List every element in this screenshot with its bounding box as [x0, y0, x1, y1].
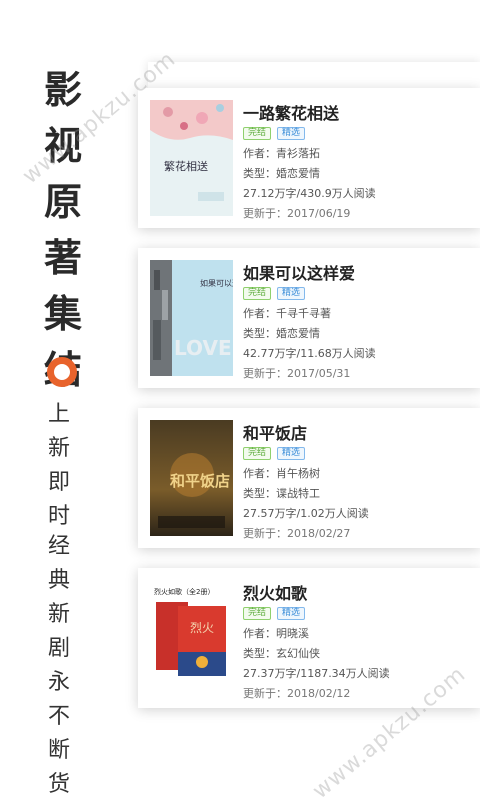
tag-featured: 精选 — [277, 287, 306, 300]
book-genre: 类型：玄幻仙侠 — [243, 647, 320, 660]
book-title: 烈火如歌 — [243, 584, 308, 603]
tagline-char: 时 — [47, 504, 70, 529]
cover-title-text: 如果可以这样爱 — [200, 278, 233, 288]
tagline-char: 新 — [47, 436, 70, 461]
cover-title-text: 烈火如歌（全2册） — [154, 587, 214, 596]
book-title: 和平饭店 — [243, 424, 308, 443]
book-title: 一路繁花相送 — [243, 104, 340, 123]
book-author: 作者：青衫落拓 — [243, 147, 320, 160]
tagline-char: 剧 — [47, 636, 70, 661]
tag-row: 完结 精选 — [243, 607, 306, 620]
promo-title-char: 著 — [43, 235, 82, 280]
tag-row: 完结 精选 — [243, 287, 306, 300]
tag-complete: 完结 — [243, 127, 272, 140]
book-author: 作者：肖午杨树 — [243, 467, 320, 480]
book-author: 作者：千寻千寻著 — [243, 307, 331, 320]
tagline-column-1: 上 新 即 时 — [45, 398, 73, 534]
tag-complete: 完结 — [243, 447, 272, 460]
book-cover: LOVE 如果可以这样爱 — [150, 260, 233, 376]
book-cover: 烈火如歌（全2册） 烈火 — [150, 580, 233, 696]
tag-featured: 精选 — [277, 127, 306, 140]
tagline-char: 不 — [47, 704, 70, 729]
tagline-char: 永 — [47, 670, 70, 695]
tagline-char: 经 — [47, 534, 70, 559]
book-updated: 更新于：2018/02/27 — [243, 527, 351, 540]
tagline-char: 即 — [47, 470, 70, 495]
promo-title: 影 视 原 著 集 结 — [38, 62, 88, 398]
tagline-char: 上 — [47, 402, 70, 427]
book-updated: 更新于：2017/05/31 — [243, 367, 351, 380]
book-updated: 更新于：2017/06/19 — [243, 207, 351, 220]
tag-complete: 完结 — [243, 287, 272, 300]
tag-complete: 完结 — [243, 607, 272, 620]
tag-featured: 精选 — [277, 447, 306, 460]
book-stats: 27.37万字/1187.34万人阅读 — [243, 667, 390, 680]
tagline-char: 新 — [47, 602, 70, 627]
book-stats: 42.77万字/11.68万人阅读 — [243, 347, 376, 360]
accent-ring-icon — [47, 357, 77, 387]
tag-row: 完结 精选 — [243, 127, 306, 140]
book-author: 作者：明晓溪 — [243, 627, 309, 640]
book-card[interactable]: 和平饭店 和平饭店 完结 精选 作者：肖午杨树 类型：谍战特工 27.57万字/… — [138, 408, 480, 548]
card-stack-edge — [148, 62, 480, 88]
book-cover: 繁花相送 — [150, 100, 233, 216]
svg-text:LOVE: LOVE — [174, 336, 232, 360]
tagline-char: 典 — [47, 568, 70, 593]
book-card[interactable]: 繁花相送 一路繁花相送 完结 精选 作者：青衫落拓 类型：婚恋爱情 27.12万… — [138, 88, 480, 228]
book-updated: 更新于：2018/02/12 — [243, 687, 351, 700]
book-genre: 类型：婚恋爱情 — [243, 167, 320, 180]
promo-title-char: 原 — [43, 179, 82, 224]
book-stats: 27.12万字/430.9万人阅读 — [243, 187, 376, 200]
book-title: 如果可以这样爱 — [243, 264, 356, 283]
cover-title-text: 和平饭店 — [170, 472, 230, 490]
tag-row: 完结 精选 — [243, 447, 306, 460]
svg-text:烈火: 烈火 — [190, 621, 214, 635]
tagline-char: 货 — [47, 772, 70, 797]
book-genre: 类型：谍战特工 — [243, 487, 320, 500]
tagline-column-2: 经 典 新 剧 永 不 断 货 — [45, 530, 73, 802]
book-cover: 和平饭店 — [150, 420, 233, 536]
book-genre: 类型：婚恋爱情 — [243, 327, 320, 340]
promo-title-char: 集 — [43, 291, 82, 336]
tagline-char: 断 — [47, 738, 70, 763]
book-card[interactable]: LOVE 如果可以这样爱 如果可以这样爱 完结 精选 作者：千寻千寻著 类型：婚… — [138, 248, 480, 388]
book-stats: 27.57万字/1.02万人阅读 — [243, 507, 369, 520]
tag-featured: 精选 — [277, 607, 306, 620]
cover-title-text: 繁花相送 — [164, 159, 208, 173]
promo-title-char: 影 — [43, 67, 82, 112]
